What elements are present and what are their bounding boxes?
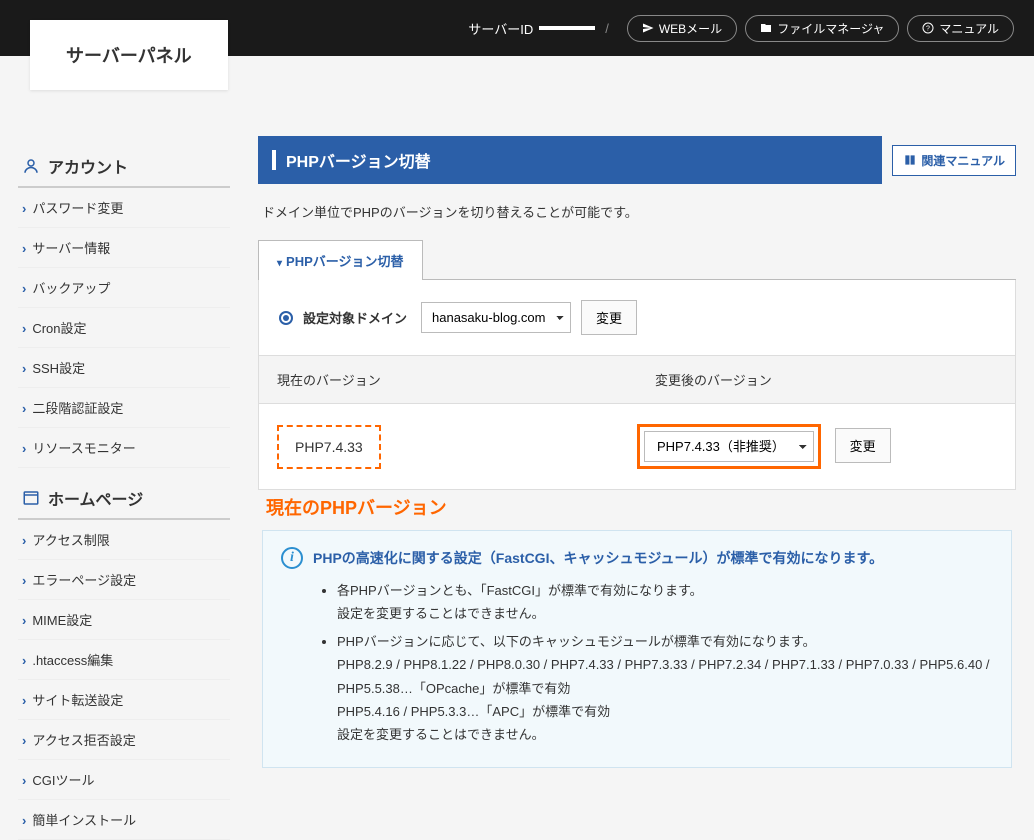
page-title: PHPバージョン切替 xyxy=(286,148,431,172)
current-version-value: PHP7.4.33 xyxy=(277,425,381,469)
sidebar-category-homepage-label: ホームページ xyxy=(48,486,143,510)
info-bullet: PHPバージョンに応じて、以下のキャッシュモジュールが標準で有効になります。 P… xyxy=(337,630,993,747)
separator: / xyxy=(605,21,609,36)
manual-button[interactable]: ? マニュアル xyxy=(907,15,1014,42)
version-header: 現在のバージョン 変更後のバージョン xyxy=(259,356,1015,404)
book-icon xyxy=(903,153,917,167)
sidebar-item[interactable]: パスワード変更 xyxy=(18,188,230,228)
description-text: ドメイン単位でPHPのバージョンを切り替えることが可能です。 xyxy=(262,202,1012,221)
info-box: i PHPの高速化に関する設定（FastCGI、キャッシュモジュール）が標準で有… xyxy=(262,530,1012,768)
sidebar-item[interactable]: .htaccess編集 xyxy=(18,640,230,680)
tabs: PHPバージョン切替 xyxy=(258,239,1016,280)
sidebar-item[interactable]: エラーページ設定 xyxy=(18,560,230,600)
info-icon: i xyxy=(281,547,303,569)
page-title-bar: PHPバージョン切替 xyxy=(258,136,882,184)
question-icon: ? xyxy=(922,22,934,34)
domain-row: 設定対象ドメイン hanasaku-blog.com 変更 xyxy=(259,280,1015,356)
related-manual-button[interactable]: 関連マニュアル xyxy=(892,145,1016,176)
sidebar-item[interactable]: MIME設定 xyxy=(18,600,230,640)
window-icon xyxy=(22,489,40,507)
sidebar: アカウント パスワード変更 サーバー情報 バックアップ Cron設定 SSH設定… xyxy=(0,136,240,840)
server-id-value xyxy=(539,26,595,30)
sidebar-item[interactable]: CGIツール xyxy=(18,760,230,800)
webmail-label: WEBメール xyxy=(659,20,722,37)
webmail-button[interactable]: WEBメール xyxy=(627,15,737,42)
sidebar-item[interactable]: サイト転送設定 xyxy=(18,680,230,720)
sidebar-category-account-label: アカウント xyxy=(48,154,128,178)
info-sub-text: 設定を変更することはできません。 xyxy=(337,602,993,625)
info-sub-text: PHP5.4.16 / PHP5.3.3…「APC」が標準で有効 xyxy=(337,700,993,723)
sidebar-item[interactable]: アクセス制限 xyxy=(18,520,230,560)
file-manager-label: ファイルマネージャ xyxy=(777,20,884,37)
info-bullet-text: 各PHPバージョンとも、「FastCGI」が標準で有効になります。 xyxy=(337,583,703,598)
domain-change-button[interactable]: 変更 xyxy=(581,300,637,335)
annotation-current-php: 現在のPHPバージョン xyxy=(266,494,1016,520)
col-current-version: 現在のバージョン xyxy=(259,356,637,403)
folder-icon xyxy=(760,22,772,34)
col-new-version: 変更後のバージョン xyxy=(637,356,1015,403)
sidebar-item[interactable]: アクセス拒否設定 xyxy=(18,720,230,760)
version-change-button[interactable]: 変更 xyxy=(835,428,891,463)
info-bullet: 各PHPバージョンとも、「FastCGI」が標準で有効になります。 設定を変更す… xyxy=(337,579,993,626)
file-manager-button[interactable]: ファイルマネージャ xyxy=(745,15,899,42)
info-title: PHPの高速化に関する設定（FastCGI、キャッシュモジュール）が標準で有効に… xyxy=(313,548,883,568)
panel: 設定対象ドメイン hanasaku-blog.com 変更 現在のバージョン 変… xyxy=(258,280,1016,490)
sidebar-category-account: アカウント xyxy=(18,144,230,188)
sidebar-item[interactable]: 簡単インストール xyxy=(18,800,230,840)
info-sub-text: PHP8.2.9 / PHP8.1.22 / PHP8.0.30 / PHP7.… xyxy=(337,653,993,700)
domain-label: 設定対象ドメイン xyxy=(303,308,407,327)
sidebar-item[interactable]: SSH設定 xyxy=(18,348,230,388)
sidebar-item[interactable]: リソースモニター xyxy=(18,428,230,468)
sidebar-item[interactable]: バックアップ xyxy=(18,268,230,308)
tab-php-version[interactable]: PHPバージョン切替 xyxy=(258,240,423,280)
panel-logo[interactable]: サーバーパネル xyxy=(30,20,228,90)
main-content: PHPバージョン切替 関連マニュアル ドメイン単位でPHPのバージョンを切り替え… xyxy=(240,136,1034,840)
info-bullet-text: PHPバージョンに応じて、以下のキャッシュモジュールが標準で有効になります。 xyxy=(337,634,816,649)
sidebar-category-homepage: ホームページ xyxy=(18,476,230,520)
server-id-label: サーバーID xyxy=(468,19,533,38)
new-version-select[interactable]: PHP7.4.33（非推奨） xyxy=(644,431,814,462)
manual-label: マニュアル xyxy=(939,20,999,37)
paper-plane-icon xyxy=(642,22,654,34)
info-sub-text: 設定を変更することはできません。 xyxy=(337,723,993,746)
domain-select[interactable]: hanasaku-blog.com xyxy=(421,302,571,333)
related-manual-label: 関連マニュアル xyxy=(921,152,1005,169)
svg-text:?: ? xyxy=(926,26,930,33)
new-version-highlight: PHP7.4.33（非推奨） xyxy=(637,424,821,469)
radio-selected-icon[interactable] xyxy=(279,311,293,325)
sidebar-item[interactable]: 二段階認証設定 xyxy=(18,388,230,428)
version-row: PHP7.4.33 PHP7.4.33（非推奨） 変更 xyxy=(259,404,1015,489)
sidebar-item[interactable]: Cron設定 xyxy=(18,308,230,348)
sidebar-item[interactable]: サーバー情報 xyxy=(18,228,230,268)
account-icon xyxy=(22,157,40,175)
